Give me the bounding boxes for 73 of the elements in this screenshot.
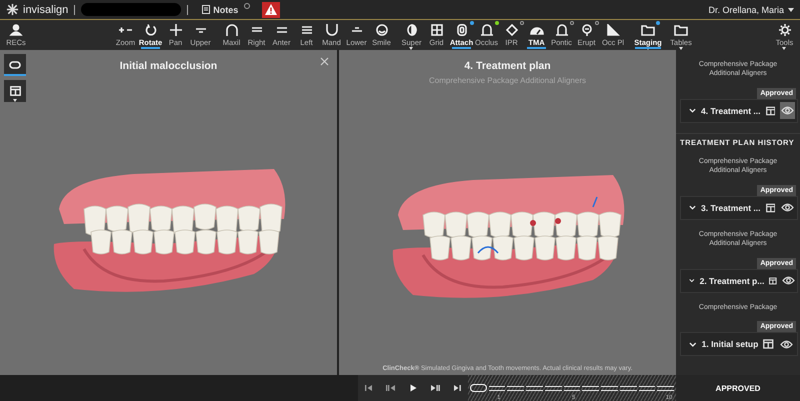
step-back-button[interactable] (386, 384, 396, 392)
plan-name: 4. Treatment ... (701, 106, 761, 116)
grid-icon (430, 24, 444, 36)
eye-icon (781, 106, 794, 116)
close-button[interactable] (320, 57, 329, 66)
attachment-icon (454, 24, 468, 36)
layout-icon[interactable] (763, 339, 774, 350)
tooth-icon (554, 24, 568, 36)
tooth-icon (480, 24, 494, 36)
lower-arch-icon (324, 24, 338, 36)
chevron-icon (689, 342, 697, 347)
stage-marker[interactable] (657, 386, 674, 390)
rotate-icon (144, 24, 158, 36)
approval-status: APPROVED (716, 384, 760, 392)
notepad-icon (202, 5, 210, 14)
layout-icon[interactable] (769, 276, 777, 286)
move-icon (168, 24, 182, 36)
plan-row[interactable]: 2. Treatment p... (680, 268, 798, 293)
plan-row[interactable]: 3. Treatment ... (680, 196, 798, 220)
eye-icon (781, 203, 794, 212)
stage-marker[interactable] (638, 386, 656, 390)
viewer-title: Initial malocclusion (120, 60, 218, 72)
eye-icon (782, 276, 795, 286)
logo-icon (6, 3, 19, 16)
stage-marker[interactable] (507, 386, 524, 390)
erupt-icon (580, 24, 594, 36)
stage-marker[interactable] (564, 386, 580, 390)
folder-icon (674, 24, 688, 36)
skip-to-start-button[interactable] (364, 384, 374, 392)
warning-icon (265, 4, 278, 15)
smile-icon (374, 24, 388, 36)
person-icon (9, 24, 23, 36)
stage-marker[interactable] (601, 386, 618, 390)
folder-icon (641, 24, 655, 36)
left-view-icon (300, 24, 314, 36)
eye-button[interactable] (780, 102, 795, 120)
chevron-icon (689, 108, 696, 114)
layout-icon[interactable] (766, 202, 776, 213)
diamond-icon (504, 24, 518, 36)
caret-icon[interactable] (788, 8, 794, 12)
viewer-title: 4. Treatment plan (464, 60, 551, 72)
close-icon (320, 57, 329, 66)
play-button[interactable] (408, 384, 418, 392)
plan-name: 1. Initial setup (702, 339, 758, 350)
aligner-icon (9, 61, 21, 69)
status-dot (244, 3, 250, 9)
viewer-subtitle: Comprehensive Package Additional Aligners (429, 76, 586, 85)
stage-marker[interactable] (488, 386, 506, 390)
brand-name: invisalign (23, 4, 68, 16)
triangle-icon (606, 24, 620, 36)
skip-to-end-button[interactable] (452, 384, 462, 392)
side-tool-button[interactable] (4, 80, 26, 102)
plan-name: 2. Treatment p... (700, 276, 764, 286)
plan-row[interactable]: 4. Treatment ... (680, 98, 798, 123)
settings-icon (778, 24, 792, 36)
user-menu[interactable]: Dr. Orellana, Maria (708, 4, 784, 14)
stage-marker[interactable] (526, 386, 543, 390)
layout-icon[interactable] (766, 106, 776, 116)
step-forward-button[interactable] (430, 384, 440, 392)
plan-row[interactable]: 1. Initial setup (680, 332, 798, 356)
warning-button[interactable] (262, 2, 280, 18)
chevron-icon (689, 205, 696, 210)
arch-icon (224, 24, 238, 36)
eye-icon (780, 340, 794, 349)
side-tool-button[interactable] (4, 54, 26, 76)
overlay-icon (404, 24, 418, 36)
stage-marker[interactable] (544, 386, 562, 390)
layout-icon (10, 86, 20, 96)
notes-button[interactable]: Notes (202, 4, 238, 14)
plan-name: 3. Treatment ... (701, 202, 761, 213)
chevron-icon (689, 278, 695, 284)
stage-marker[interactable] (620, 386, 637, 390)
stage-marker[interactable] (582, 386, 600, 390)
